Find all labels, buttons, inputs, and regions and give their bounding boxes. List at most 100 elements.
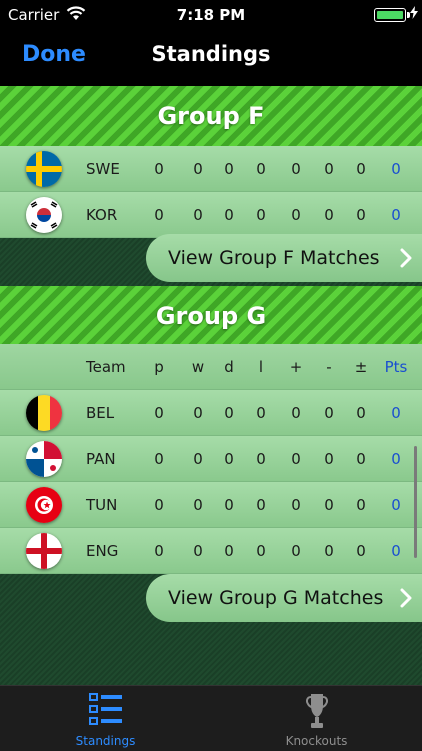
points-value: 0 (391, 542, 401, 560)
goal-diff-column-header: ± (354, 358, 368, 376)
battery-icon (374, 8, 410, 22)
points-value: 0 (391, 206, 401, 224)
england-flag-icon (26, 533, 62, 569)
lost-value: 0 (256, 450, 266, 468)
tab-knockouts[interactable]: Knockouts (211, 686, 422, 751)
won-column-header: w (191, 358, 205, 376)
column-header-row: Team p w d l + - ± Pts (0, 344, 422, 390)
drawn-value: 0 (224, 206, 234, 224)
navigation-bar: Done Standings (0, 30, 422, 86)
table-row[interactable]: ENG 0 0 0 0 0 0 0 0 (0, 528, 422, 574)
played-value: 0 (154, 450, 164, 468)
lost-value: 0 (256, 404, 266, 422)
goal-diff-value: 0 (356, 542, 366, 560)
tab-bar: Standings Knockouts (0, 685, 422, 751)
status-bar: Carrier 7:18 PM (0, 0, 422, 30)
group-g-header: Group G (0, 286, 422, 346)
goal-diff-value: 0 (356, 450, 366, 468)
drawn-value: 0 (224, 160, 234, 178)
goals-against-column-header: - (326, 358, 332, 376)
played-column-header: p (154, 358, 164, 376)
charging-icon (410, 6, 418, 19)
team-code: KOR (86, 206, 118, 224)
goals-for-value: 0 (291, 542, 301, 560)
tab-label: Knockouts (285, 734, 348, 748)
goals-for-value: 0 (291, 206, 301, 224)
team-code: BEL (86, 404, 115, 422)
drawn-value: 0 (224, 496, 234, 514)
view-matches-label: View Group G Matches (168, 587, 384, 609)
table-row[interactable]: BEL 0 0 0 0 0 0 0 0 (0, 390, 422, 436)
drawn-value: 0 (224, 450, 234, 468)
goals-against-value: 0 (324, 404, 334, 422)
team-column-header: Team (86, 358, 126, 376)
group-title: Group F (157, 102, 265, 130)
played-value: 0 (154, 206, 164, 224)
tab-standings[interactable]: Standings (0, 686, 211, 751)
points-value: 0 (391, 404, 401, 422)
won-value: 0 (193, 160, 203, 178)
goals-for-value: 0 (291, 450, 301, 468)
tunisia-flag-icon (26, 487, 62, 523)
korea-flag-icon (26, 197, 62, 233)
sweden-flag-icon (26, 151, 62, 187)
table-row[interactable]: SWE 0 0 0 0 0 0 0 0 (0, 146, 422, 192)
group-title: Group G (155, 302, 267, 330)
team-code: TUN (86, 496, 118, 514)
goals-against-value: 0 (324, 450, 334, 468)
lost-column-header: l (258, 358, 264, 376)
drawn-value: 0 (224, 542, 234, 560)
played-value: 0 (154, 160, 164, 178)
played-value: 0 (154, 542, 164, 560)
played-value: 0 (154, 496, 164, 514)
won-value: 0 (193, 450, 203, 468)
table-row[interactable]: KOR 0 0 0 0 0 0 0 0 (0, 192, 422, 238)
group-f-header: Group F (0, 86, 422, 146)
view-matches-label: View Group F Matches (168, 247, 380, 269)
goal-diff-value: 0 (356, 404, 366, 422)
team-code: SWE (86, 160, 120, 178)
belgium-flag-icon (26, 395, 62, 431)
goal-diff-value: 0 (356, 206, 366, 224)
played-value: 0 (154, 404, 164, 422)
goals-for-value: 0 (291, 404, 301, 422)
table-row[interactable]: PAN 0 0 0 0 0 0 0 0 (0, 436, 422, 482)
goals-against-value: 0 (324, 496, 334, 514)
view-group-g-matches-button[interactable]: View Group G Matches (146, 574, 422, 622)
team-code: ENG (86, 542, 119, 560)
drawn-column-header: d (224, 358, 234, 376)
points-value: 0 (391, 450, 401, 468)
won-value: 0 (193, 542, 203, 560)
goals-for-value: 0 (291, 496, 301, 514)
clock: 7:18 PM (176, 6, 246, 24)
chevron-right-icon (400, 248, 412, 268)
goals-for-column-header: + (289, 358, 303, 376)
points-value: 0 (391, 160, 401, 178)
tab-label: Standings (75, 734, 136, 748)
panama-flag-icon (26, 441, 62, 477)
won-value: 0 (193, 496, 203, 514)
trophy-icon (305, 694, 328, 728)
won-value: 0 (193, 404, 203, 422)
points-value: 0 (391, 496, 401, 514)
lost-value: 0 (256, 160, 266, 178)
goals-against-value: 0 (324, 160, 334, 178)
chevron-right-icon (400, 588, 412, 608)
scrollbar[interactable] (414, 446, 417, 558)
team-code: PAN (86, 450, 116, 468)
lost-value: 0 (256, 206, 266, 224)
goals-against-value: 0 (324, 542, 334, 560)
view-group-f-matches-button[interactable]: View Group F Matches (146, 234, 422, 282)
goal-diff-value: 0 (356, 496, 366, 514)
points-column-header: Pts (384, 358, 408, 376)
list-icon (88, 693, 122, 725)
drawn-value: 0 (224, 404, 234, 422)
won-value: 0 (193, 206, 203, 224)
page-title: Standings (151, 42, 271, 66)
lost-value: 0 (256, 542, 266, 560)
standings-scroll-view[interactable]: Group F SWE 0 0 0 0 0 0 0 0 KOR 0 0 0 0 … (0, 86, 422, 685)
goals-for-value: 0 (291, 160, 301, 178)
goals-against-value: 0 (324, 206, 334, 224)
table-row[interactable]: TUN 0 0 0 0 0 0 0 0 (0, 482, 422, 528)
goal-diff-value: 0 (356, 160, 366, 178)
